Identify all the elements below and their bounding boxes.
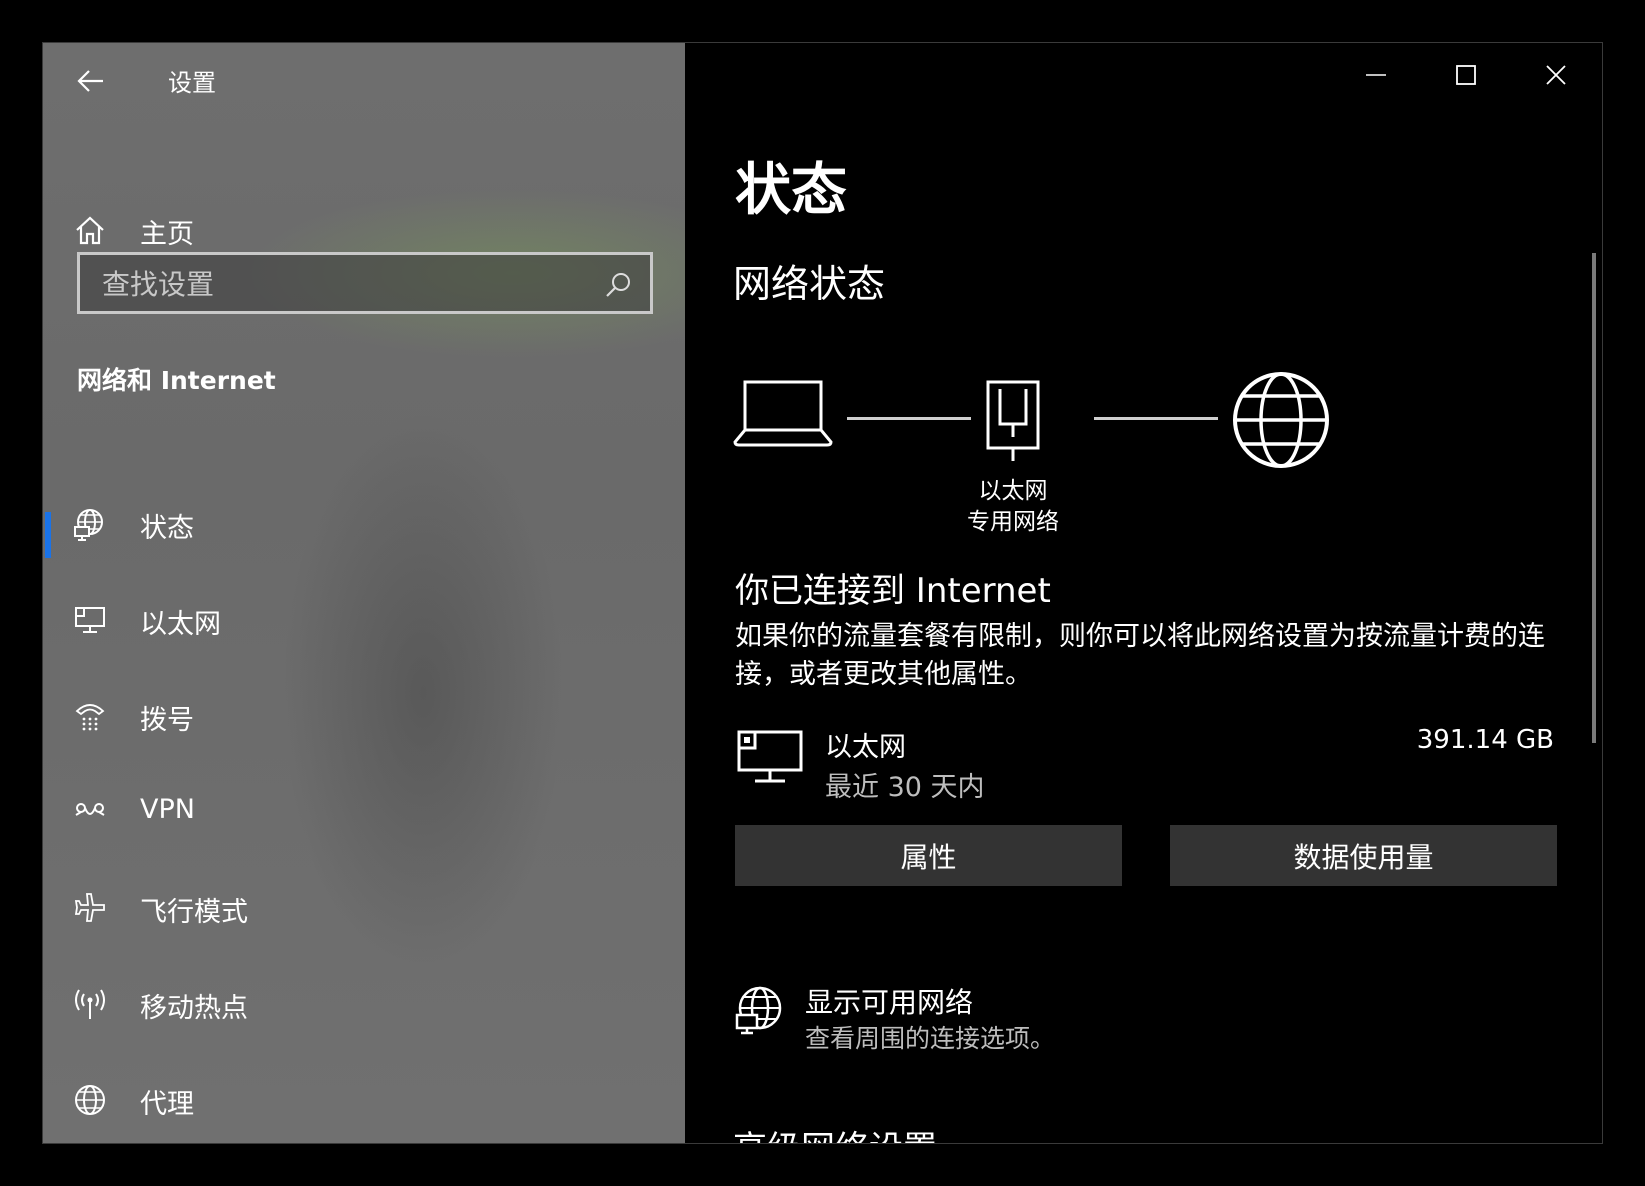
internet-globe-icon (1233, 372, 1329, 468)
laptop-icon (733, 380, 833, 447)
sidebar-item-dialup[interactable]: 拨号 (43, 680, 685, 750)
window-title: 设置 (168, 69, 216, 97)
maximize-icon (1456, 65, 1476, 85)
sidebar-item-hotspot[interactable]: 移动热点 (43, 968, 685, 1038)
adapter-label: 以太网 (978, 478, 1048, 504)
globe-icon (75, 1085, 105, 1115)
search-input[interactable] (100, 255, 584, 313)
close-button[interactable] (1512, 43, 1602, 109)
sidebar-item-vpn[interactable]: VPN (43, 776, 685, 846)
connection-line (847, 417, 971, 420)
airplane-icon (74, 893, 105, 922)
network-status-heading: 网络状态 (733, 262, 886, 306)
show-networks-subtitle: 查看周围的连接选项。 (805, 1024, 1056, 1053)
connection-description: 如果你的流量套餐有限制，则你可以将此网络设置为按流量计费的连接，或者更改其他属性… (735, 621, 1545, 690)
search-icon[interactable] (604, 271, 632, 299)
home-icon (76, 216, 104, 245)
ethernet-adapter-icon (737, 730, 803, 783)
show-networks-link[interactable]: 显示可用网络 (805, 981, 973, 1021)
section-title: 网络和 Internet (77, 366, 276, 395)
main-content: 状态 网络状态 以太网 专用网络 你已连接到 Internet 如果你的流量套餐… (685, 43, 1602, 1143)
sidebar: 设置 主页 网络和 Internet 状态 (43, 43, 685, 1143)
globe-network-icon (74, 509, 103, 541)
back-arrow-icon[interactable] (73, 63, 109, 99)
home-label: 主页 (140, 219, 194, 250)
sidebar-item-label: 状态 (140, 513, 194, 544)
sidebar-item-label: VPN (140, 794, 195, 825)
sidebar-item-label: 以太网 (140, 609, 221, 640)
data-usage-button[interactable]: 数据使用量 (1170, 825, 1557, 886)
sidebar-item-label: 代理 (140, 1089, 194, 1120)
sidebar-item-label: 飞行模式 (140, 897, 248, 928)
network-adapter-icon (986, 380, 1040, 461)
hotspot-icon (75, 989, 105, 1019)
page-title: 状态 (735, 158, 847, 223)
sidebar-item-status[interactable]: 状态 (43, 488, 685, 558)
maximize-button[interactable] (1422, 43, 1512, 109)
sidebar-item-airplane[interactable]: 飞行模式 (43, 872, 685, 942)
sidebar-item-ethernet[interactable]: 以太网 (43, 584, 685, 654)
selected-indicator (45, 512, 51, 558)
sidebar-item-label: 移动热点 (140, 993, 248, 1024)
vpn-icon (75, 803, 105, 816)
minimize-icon (1366, 74, 1386, 76)
search-box[interactable] (77, 252, 653, 314)
settings-window: 设置 主页 网络和 Internet 状态 (42, 42, 1603, 1144)
connection-status-title: 你已连接到 Internet (735, 571, 1051, 611)
properties-button[interactable]: 属性 (735, 825, 1122, 886)
scrollbar[interactable] (1592, 253, 1596, 743)
close-icon (1546, 65, 1566, 85)
sidebar-item-proxy[interactable]: 代理 (43, 1064, 685, 1134)
ethernet-period: 最近 30 天内 (825, 772, 985, 803)
network-type-label: 专用网络 (967, 509, 1059, 535)
advanced-settings-heading: 高级网络设置 (733, 1121, 937, 1143)
show-networks-icon[interactable] (735, 985, 783, 1037)
minimize-button[interactable] (1332, 43, 1422, 109)
dialup-icon (75, 704, 105, 731)
connection-line (1094, 417, 1218, 420)
ethernet-name: 以太网 (825, 732, 906, 763)
ethernet-data-usage: 391.14 GB (1416, 725, 1554, 755)
sidebar-item-label: 拨号 (140, 705, 194, 736)
ethernet-icon (75, 607, 105, 633)
